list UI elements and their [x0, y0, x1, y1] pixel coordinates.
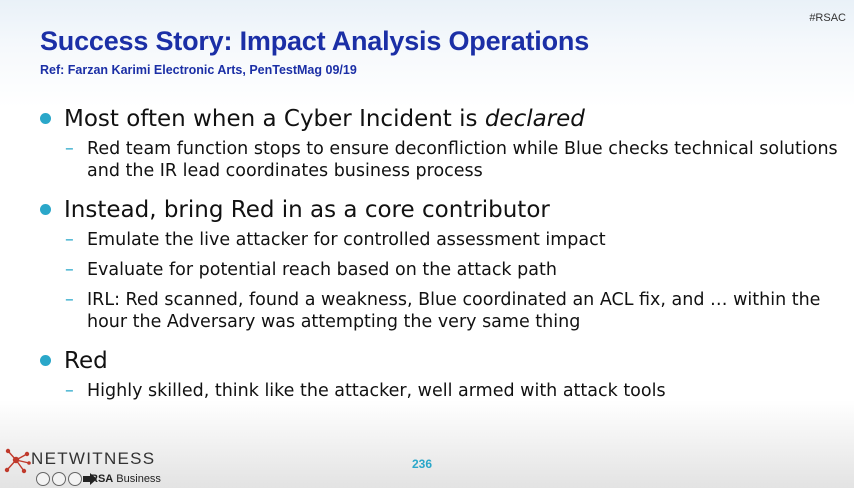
sub-bullet-item: – IRL: Red scanned, found a weakness, Bl… — [38, 289, 838, 333]
dash-bullet-icon: – — [65, 139, 74, 159]
bullet-text: Instead, bring Red in as a core contribu… — [64, 197, 550, 223]
sub-bullet-text: Red team function stops to ensure deconf… — [87, 139, 838, 181]
sub-bullet-item: – Red team function stops to ensure deco… — [38, 138, 838, 182]
sub-bullet-text: Evaluate for potential reach based on th… — [87, 260, 557, 280]
rsa-business-label: RSA Business — [90, 473, 161, 485]
sub-bullet-item: – Emulate the live attacker for controll… — [38, 229, 838, 251]
bullet-item: Red — [38, 346, 838, 376]
bullet-item: Instead, bring Red in as a core contribu… — [38, 195, 838, 225]
bullet-text: Most often when a Cyber Incident is — [64, 106, 485, 132]
sub-bullet-text: Emulate the live attacker for controlled… — [87, 230, 606, 250]
dash-bullet-icon: – — [65, 290, 74, 310]
mini-circle-icon — [68, 472, 82, 486]
sub-bullet-item: – Evaluate for potential reach based on … — [38, 259, 838, 281]
dash-bullet-icon: – — [65, 381, 74, 401]
sub-bullet-item: – Highly skilled, think like the attacke… — [38, 380, 838, 402]
slide: #RSAC Success Story: Impact Analysis Ope… — [0, 0, 854, 488]
circle-bullet-icon — [40, 113, 51, 124]
slide-title: Success Story: Impact Analysis Operation… — [40, 26, 590, 56]
circle-bullet-icon — [40, 355, 51, 366]
page-number: 236 — [412, 457, 433, 471]
bullet-item: Most often when a Cyber Incident is decl… — [38, 104, 838, 134]
sub-bullet-text: Highly skilled, think like the attacker,… — [87, 381, 666, 401]
rsa-suffix: Business — [116, 473, 161, 485]
netwitness-logo: NETWITNESS RSA Business — [0, 444, 180, 488]
slide-reference: Ref: Farzan Karimi Electronic Arts, PenT… — [40, 63, 357, 77]
bullet-text: Red — [64, 348, 108, 374]
mini-circle-icon — [36, 472, 50, 486]
hashtag-label: #RSAC — [809, 12, 846, 24]
dash-bullet-icon: – — [65, 230, 74, 250]
mini-circle-icon — [52, 472, 66, 486]
netwitness-wordmark: NETWITNESS — [31, 449, 156, 468]
bullet-list: Most often when a Cyber Incident is decl… — [38, 104, 838, 402]
bullet-text-emphasis: declared — [484, 106, 585, 132]
sub-bullet-text: IRL: Red scanned, found a weakness, Blue… — [87, 290, 821, 332]
netwitness-network-icon — [4, 448, 31, 474]
rsa-brand: RSA — [90, 473, 114, 485]
dash-bullet-icon: – — [65, 260, 74, 280]
circle-bullet-icon — [40, 204, 51, 215]
